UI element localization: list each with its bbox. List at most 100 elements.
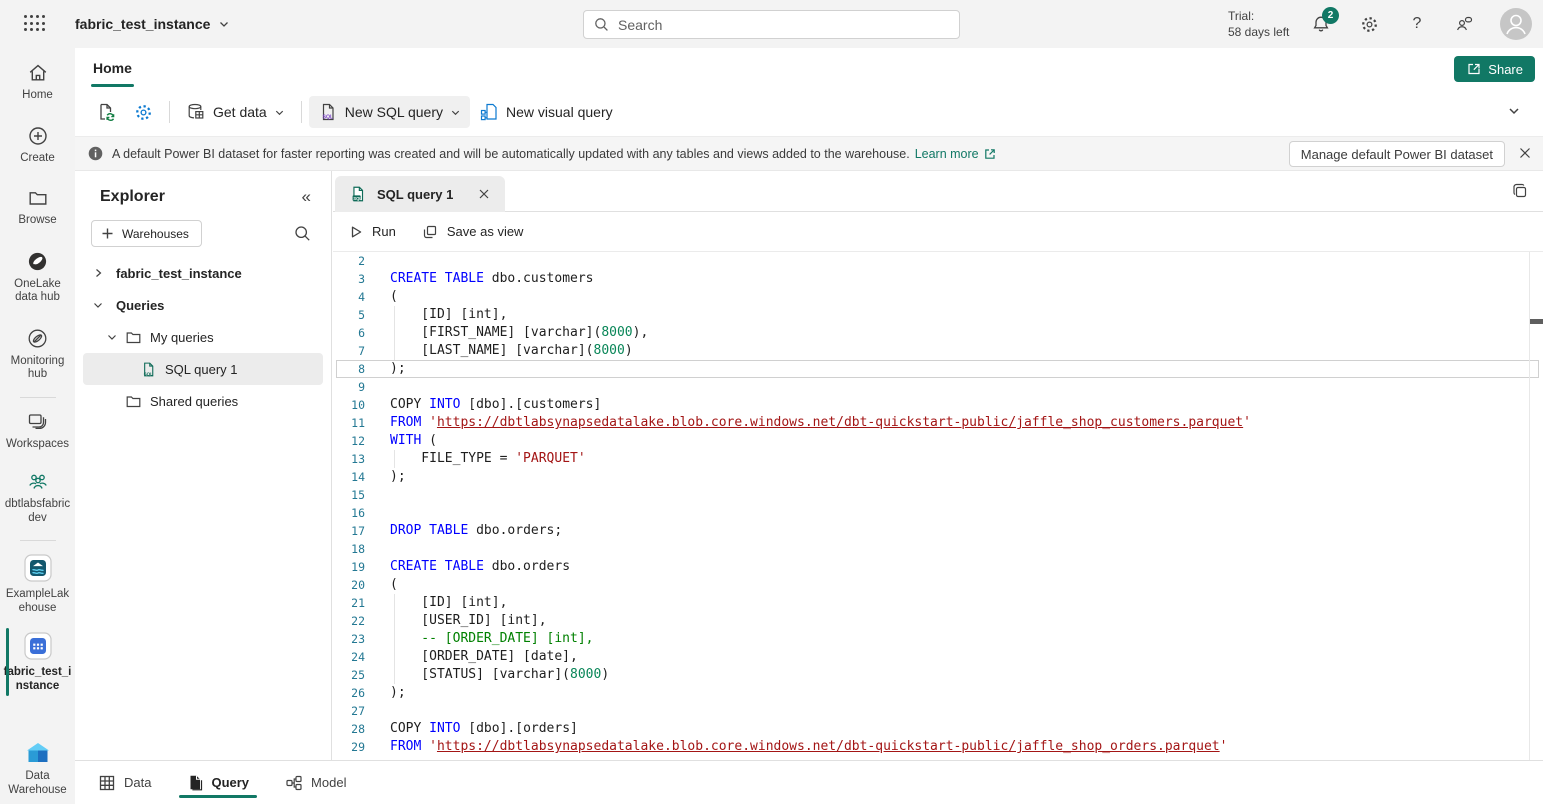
- manage-default-dataset-button[interactable]: Manage default Power BI dataset: [1289, 141, 1505, 167]
- help-button[interactable]: ?: [1406, 13, 1428, 35]
- line-number: 6: [333, 324, 365, 342]
- tab-data[interactable]: Data: [96, 761, 153, 804]
- tree-item-sql-query-1[interactable]: SQL SQL query 1: [83, 353, 323, 385]
- learn-more-link[interactable]: Learn more: [915, 147, 997, 161]
- code-line[interactable]: 20(: [333, 576, 1543, 594]
- code-line[interactable]: 15: [333, 486, 1543, 504]
- visual-query-icon: [479, 102, 499, 122]
- feedback-button[interactable]: [1453, 13, 1475, 35]
- code-line[interactable]: 2: [333, 252, 1543, 270]
- editor-scrollbar-thumb[interactable]: [1530, 319, 1543, 324]
- explorer-panel: Explorer « Warehouses fabric_test_instan…: [75, 171, 332, 760]
- nav-data-warehouse[interactable]: Data Warehouse: [0, 741, 75, 797]
- nav-workspace-dbtlabsfabricdev[interactable]: dbtlabsfabricdev: [0, 471, 75, 525]
- new-visual-query-button[interactable]: New visual query: [470, 96, 622, 128]
- code-line[interactable]: 24 [ORDER_DATE] [date],: [333, 648, 1543, 666]
- line-number: 12: [333, 432, 365, 450]
- run-button[interactable]: Run: [349, 224, 396, 239]
- code-line[interactable]: 12WITH (: [333, 432, 1543, 450]
- nav-item-fabric-test-instance[interactable]: fabric_test_instance: [0, 631, 75, 693]
- top-bar: fabric_test_instance Trial: 58 days left…: [0, 0, 1543, 48]
- code-line[interactable]: 25 [STATUS] [varchar](8000): [333, 666, 1543, 684]
- query-tab-sql-query-1[interactable]: SQL SQL query 1: [335, 176, 505, 212]
- collapse-ribbon-button[interactable]: [1507, 104, 1521, 118]
- line-number: 21: [333, 594, 365, 612]
- settings-button[interactable]: [1358, 13, 1380, 35]
- code-line[interactable]: 16: [333, 504, 1543, 522]
- line-number: 26: [333, 684, 365, 702]
- tree-item-shared-queries[interactable]: Shared queries: [75, 385, 331, 417]
- search-icon: [594, 17, 609, 32]
- database-icon: [186, 102, 206, 122]
- code-line[interactable]: 6 [FIRST_NAME] [varchar](8000),: [333, 324, 1543, 342]
- code-line[interactable]: 29FROM 'https://dbtlabsynapsedatalake.bl…: [333, 738, 1543, 756]
- info-icon: [88, 146, 103, 161]
- banner-message: A default Power BI dataset for faster re…: [112, 147, 910, 161]
- code-line[interactable]: 4(: [333, 288, 1543, 306]
- code-area: 23CREATE TABLE dbo.customers4(5 [ID] [in…: [333, 252, 1543, 756]
- nav-home[interactable]: Home: [0, 62, 75, 103]
- plus-circle-icon: [27, 125, 49, 147]
- code-line[interactable]: 7 [LAST_NAME] [varchar](8000): [333, 342, 1543, 360]
- nav-workspaces[interactable]: Workspaces: [0, 411, 75, 452]
- code-line[interactable]: 28COPY INTO [dbo].[orders]: [333, 720, 1543, 738]
- search-input[interactable]: [583, 10, 960, 39]
- tree-item-warehouse[interactable]: fabric_test_instance: [75, 257, 331, 289]
- nav-item-examplelakehouse[interactable]: ExampleLakehouse: [0, 553, 75, 615]
- nav-monitoring-hub[interactable]: Monitoring hub: [0, 327, 75, 382]
- tab-home[interactable]: Home: [83, 48, 142, 88]
- code-line[interactable]: 18: [333, 540, 1543, 558]
- share-button[interactable]: Share: [1454, 56, 1535, 82]
- search-icon[interactable]: [294, 225, 311, 242]
- code-line[interactable]: 9: [333, 378, 1543, 396]
- nav-onelake-data-hub[interactable]: OneLake data hub: [0, 250, 75, 305]
- close-tab-icon[interactable]: [477, 187, 491, 201]
- save-as-view-button[interactable]: Save as view: [422, 224, 524, 240]
- query-settings-button[interactable]: [125, 96, 162, 128]
- code-line[interactable]: 27: [333, 702, 1543, 720]
- code-line[interactable]: 26);: [333, 684, 1543, 702]
- code-line[interactable]: 13 FILE_TYPE = 'PARQUET': [333, 450, 1543, 468]
- code-line[interactable]: 23 -- [ORDER_DATE] [int],: [333, 630, 1543, 648]
- workspace-switcher[interactable]: fabric_test_instance: [75, 0, 230, 48]
- code-line[interactable]: 14);: [333, 468, 1543, 486]
- line-number: 4: [333, 288, 365, 306]
- code-line[interactable]: 22 [USER_ID] [int],: [333, 612, 1543, 630]
- new-sql-query-button[interactable]: SQL New SQL query: [309, 96, 470, 128]
- toolbar-divider: [301, 101, 302, 123]
- code-line[interactable]: 10COPY INTO [dbo].[customers]: [333, 396, 1543, 414]
- new-warehouse-button[interactable]: Warehouses: [91, 220, 202, 247]
- code-line[interactable]: 21 [ID] [int],: [333, 594, 1543, 612]
- account-avatar[interactable]: [1500, 8, 1532, 40]
- data-warehouse-icon: [25, 741, 51, 765]
- get-data-button[interactable]: Get data: [177, 96, 294, 128]
- rail-divider: [20, 397, 56, 398]
- line-number: 22: [333, 612, 365, 630]
- tree-item-my-queries[interactable]: My queries: [75, 321, 331, 353]
- refresh-button[interactable]: [87, 96, 125, 128]
- code-line[interactable]: 3CREATE TABLE dbo.customers: [333, 270, 1543, 288]
- copy-button[interactable]: [1511, 182, 1529, 200]
- line-number: 2: [333, 252, 365, 270]
- nav-create[interactable]: Create: [0, 125, 75, 166]
- code-line[interactable]: 17DROP TABLE dbo.orders;: [333, 522, 1543, 540]
- tab-query[interactable]: Query: [185, 761, 251, 804]
- collapse-panel-icon[interactable]: «: [302, 187, 311, 207]
- folder-icon: [125, 393, 142, 410]
- nav-browse[interactable]: Browse: [0, 187, 75, 228]
- notification-badge: 2: [1322, 7, 1339, 24]
- line-number: 15: [333, 486, 365, 504]
- query-action-bar: Run Save as view: [333, 212, 1543, 252]
- svg-text:SQL: SQL: [353, 196, 362, 201]
- banner-close-button[interactable]: [1517, 145, 1533, 161]
- sql-editor[interactable]: 23CREATE TABLE dbo.customers4(5 [ID] [in…: [333, 252, 1543, 760]
- code-line[interactable]: 5 [ID] [int],: [333, 306, 1543, 324]
- refresh-document-icon: [96, 102, 116, 122]
- code-line[interactable]: 8);: [333, 360, 1543, 378]
- line-number: 5: [333, 306, 365, 324]
- app-launcher-waffle-icon[interactable]: [24, 15, 46, 33]
- tree-item-queries[interactable]: Queries: [75, 289, 331, 321]
- tab-model[interactable]: Model: [283, 761, 348, 804]
- code-line[interactable]: 11FROM 'https://dbtlabsynapsedatalake.bl…: [333, 414, 1543, 432]
- code-line[interactable]: 19CREATE TABLE dbo.orders: [333, 558, 1543, 576]
